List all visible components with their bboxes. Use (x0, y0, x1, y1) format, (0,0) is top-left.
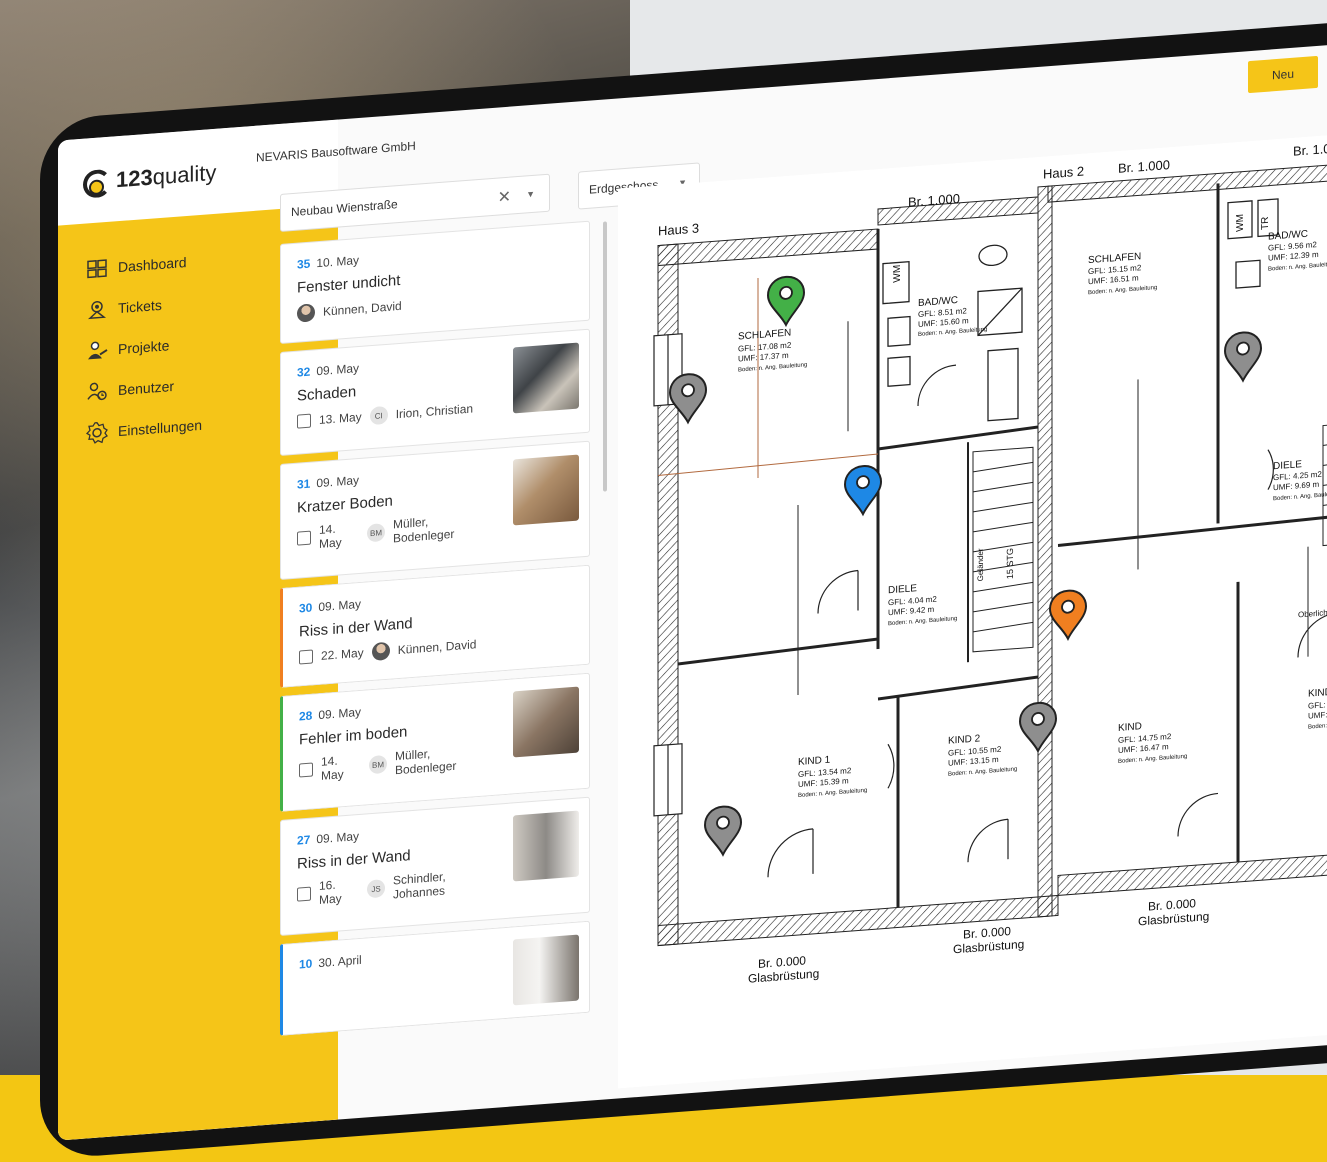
assignee-avatar (297, 303, 315, 323)
calendar-icon (297, 886, 311, 902)
ticket-date: 10. May (316, 253, 360, 271)
label-br1000-c: Br. 1.000 (1293, 140, 1327, 159)
ticket-number: 35 (297, 256, 311, 272)
room-name: KIND (1118, 721, 1142, 734)
clear-icon[interactable]: ✕ (498, 187, 511, 208)
ticket-photo-thumbnail[interactable] (513, 454, 579, 526)
ticket-number: 27 (297, 832, 311, 848)
ticket-due-date: 22. May (321, 645, 364, 663)
app-logo[interactable]: 123quality (80, 159, 217, 199)
ticket-card[interactable]: 27 09. May Riss in der Wand 16. May JS Schi… (280, 796, 590, 936)
room-name: DIELE (1273, 459, 1302, 472)
ticket-date: 09. May (316, 361, 360, 379)
ticket-number: 30 (299, 600, 313, 616)
ticket-card[interactable]: 31 09. May Kratzer Boden 14. May BM Müller,… (280, 440, 590, 580)
sidebar-item-label: Dashboard (118, 253, 187, 275)
ticket-number: 32 (297, 364, 311, 380)
ticket-card[interactable]: 10 30. April (280, 920, 590, 1036)
label-gelander: Geländer (976, 548, 985, 582)
ticket-number: 28 (299, 708, 313, 724)
list-scrollbar[interactable] (603, 221, 607, 492)
ticket-photo-thumbnail[interactable] (513, 934, 579, 1006)
assignee-initials: CI (369, 405, 388, 426)
assignee-initials: BM (367, 523, 385, 543)
ticket-date: 09. May (316, 473, 360, 491)
project-select-value: Neubau Wienstraße (291, 197, 398, 220)
assignee-initials: BM (369, 754, 387, 775)
label-wm-2: WM (1235, 214, 1246, 233)
projects-icon (86, 339, 108, 361)
logo-icon (80, 167, 111, 199)
ticket-due-date: 14. May (319, 521, 342, 552)
label-haus2: Haus 2 (1043, 164, 1084, 182)
label-stg: 15 STG (1005, 548, 1015, 580)
assignee-initials: JS (367, 879, 385, 899)
ticket-card[interactable]: 30 09. May Riss in der Wand 22. May Künnen… (280, 564, 590, 688)
label-tr: TR (1260, 216, 1271, 230)
ticket-due-date: 16. May (319, 877, 342, 908)
ticket-card[interactable]: 28 09. May Fehler im boden 14. May BM Mülle… (280, 672, 590, 812)
ticket-assignee: Irion, Christian (395, 401, 474, 422)
tickets-icon (86, 298, 108, 320)
ticket-date: 09. May (318, 704, 362, 723)
ticket-due-date: 14. May (321, 753, 344, 783)
label-wm: WM (892, 264, 903, 283)
ticket-assignee: Schindler, Johannes (393, 869, 446, 902)
logo-text: quality (152, 159, 217, 190)
tablet-device: 123quality Dashboard Tickets Projekte Be… (40, 0, 1327, 1160)
calendar-icon (297, 530, 311, 546)
dashboard-icon (86, 257, 108, 279)
ticket-photo-thumbnail[interactable] (513, 686, 579, 758)
ticket-assignee: Künnen, David (397, 637, 477, 658)
ticket-photo-thumbnail[interactable] (513, 342, 579, 414)
ticket-date: 09. May (316, 829, 360, 847)
app-screen: 123quality Dashboard Tickets Projekte Be… (58, 40, 1327, 1141)
ticket-number: 10 (299, 956, 313, 972)
new-ticket-button[interactable]: Neu (1248, 55, 1318, 94)
calendar-icon (299, 762, 313, 778)
calendar-icon (299, 649, 313, 665)
sidebar-nav: Dashboard Tickets Projekte Benutzer Eins… (86, 240, 202, 454)
sidebar-item-label: Projekte (118, 336, 170, 357)
assignee-avatar (371, 641, 390, 662)
settings-icon (86, 421, 108, 444)
sidebar-item-label: Einstellungen (118, 416, 203, 439)
chevron-down-icon[interactable]: ▼ (526, 189, 535, 200)
ticket-card[interactable]: 32 09. May Schaden 13. May CI Irion, Christ… (280, 328, 590, 456)
ticket-assignee: Künnen, David (323, 298, 402, 319)
ticket-date: 30. April (318, 952, 362, 971)
ticket-due-date: 13. May (319, 409, 362, 428)
floor-plan[interactable]: Haus 3 Haus 2 Br. 1.000 Br. 1.000 Br. 1.… (618, 129, 1327, 1089)
calendar-icon (297, 413, 311, 429)
room-name: DIELE (888, 583, 917, 596)
label-haus3: Haus 3 (658, 220, 699, 238)
logo-text-bold: 123 (116, 164, 153, 193)
ticket-photo-thumbnail[interactable] (513, 810, 579, 882)
ticket-assignee: Müller, Bodenleger (393, 514, 455, 546)
sidebar-item-label: Benutzer (118, 377, 175, 398)
users-icon (86, 380, 108, 402)
ticket-list: 35 10. May Fenster undicht Künnen, David … (280, 220, 590, 1044)
sidebar-item-label: Tickets (118, 296, 162, 316)
ticket-number: 31 (297, 476, 311, 492)
sidebar-item-einstellungen[interactable]: Einstellungen (86, 404, 202, 454)
ticket-assignee: Müller, Bodenleger (395, 746, 457, 778)
ticket-date: 09. May (318, 596, 362, 615)
